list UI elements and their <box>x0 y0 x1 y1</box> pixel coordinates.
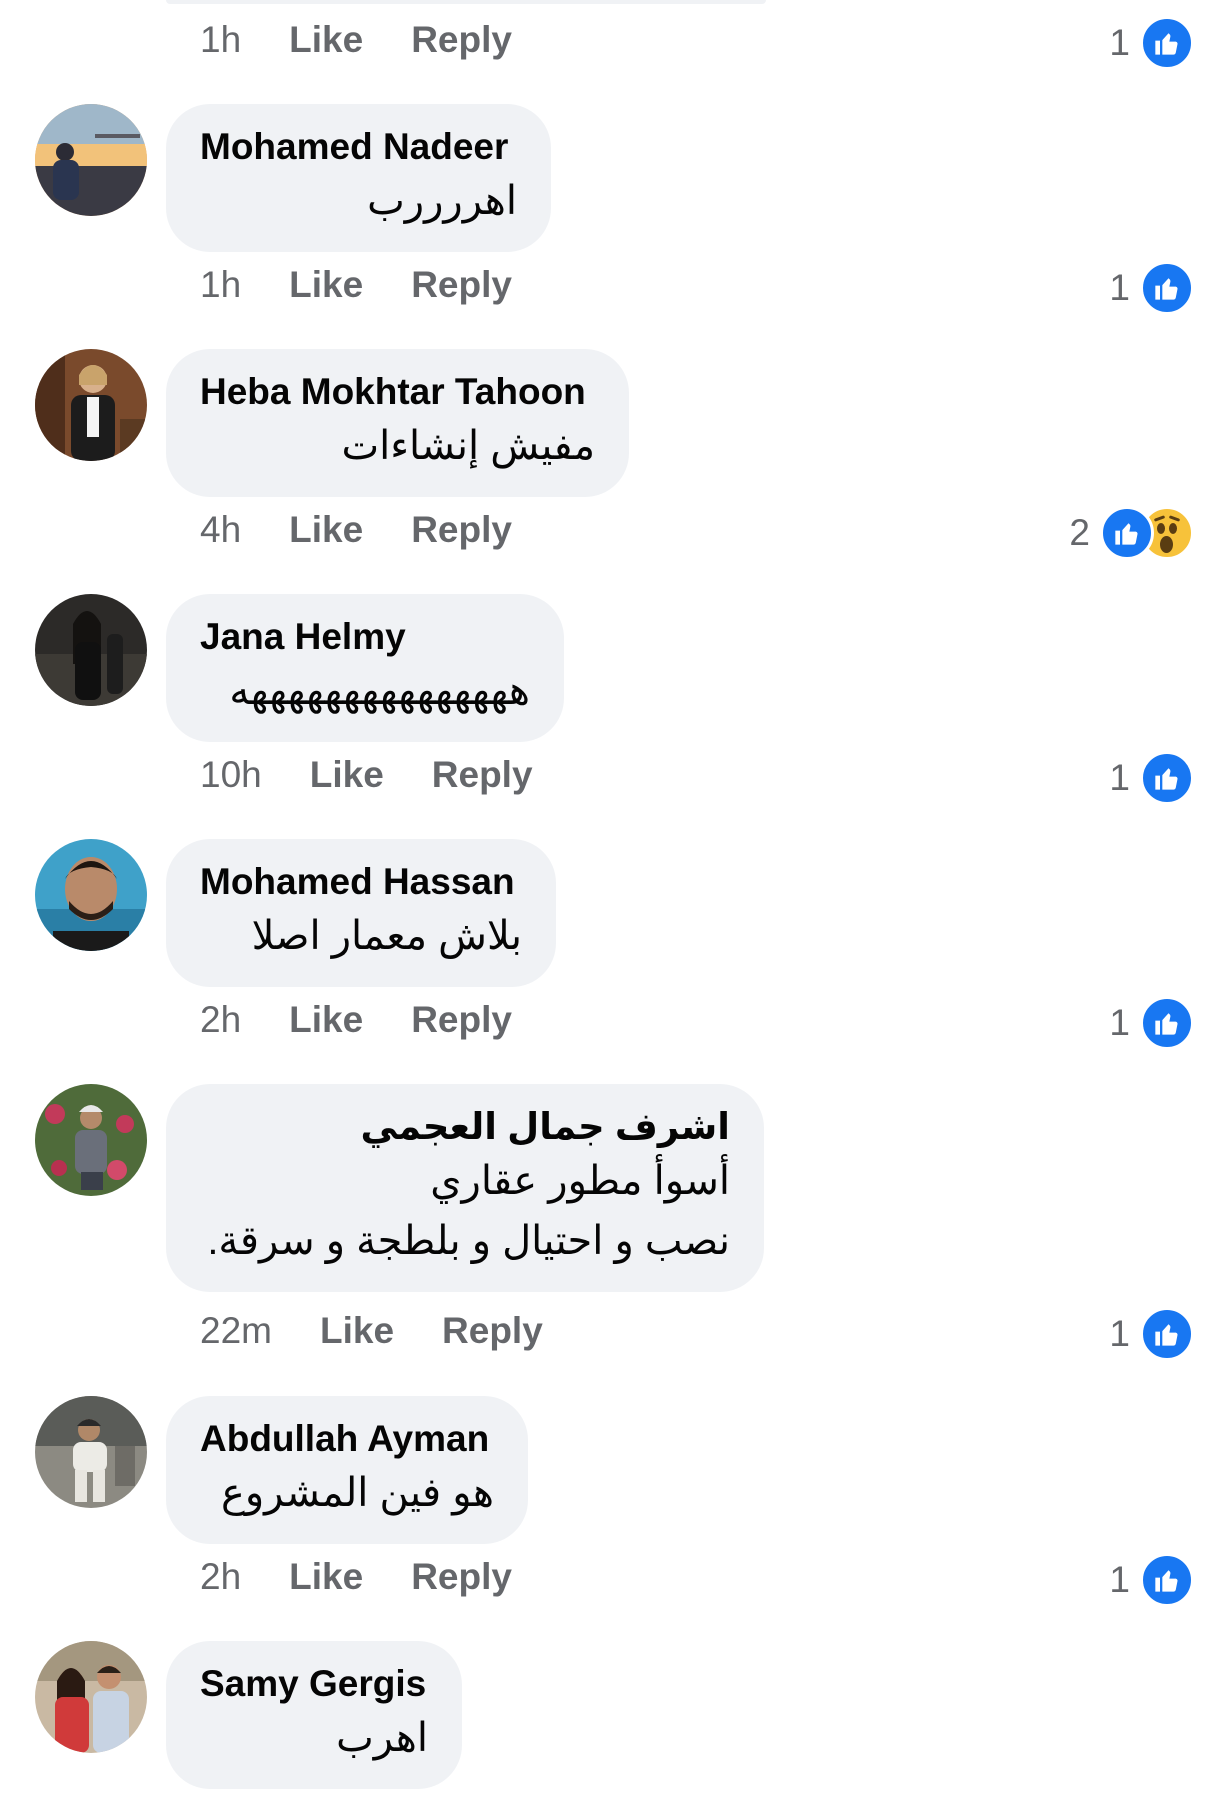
comment-text: هههههههههههههههه <box>229 669 530 713</box>
like-action[interactable]: Like <box>289 509 363 551</box>
reply-action[interactable]: Reply <box>411 264 512 306</box>
reply-action[interactable]: Reply <box>432 754 533 796</box>
comment-meta-row: 2h Like Reply 1 <box>0 1553 1227 1607</box>
reaction-summary[interactable]: 1 <box>1109 261 1194 315</box>
reaction-count: 1 <box>1109 1313 1130 1354</box>
reply-action[interactable]: Reply <box>442 1310 543 1352</box>
avatar[interactable] <box>35 839 147 951</box>
comment-text: اهرب <box>336 1716 428 1760</box>
comment-meta-row: 1h Like Reply 1 <box>0 261 1227 315</box>
comment-meta-row: 4h Like Reply 2 <box>0 506 1227 560</box>
comment-text: اهررررب <box>367 179 517 223</box>
reaction-summary[interactable]: 1 <box>1109 16 1194 70</box>
comment-bubble[interactable]: اشرف جمال العجمي أسوأ مطور عقاري نصب و ا… <box>166 1084 764 1292</box>
reaction-summary[interactable]: 1 <box>1109 1553 1194 1607</box>
thumbs-up-icon <box>1100 506 1154 560</box>
avatar[interactable] <box>35 594 147 706</box>
thumbs-up-icon <box>1140 1307 1194 1361</box>
avatar[interactable] <box>35 104 147 216</box>
reply-action[interactable]: Reply <box>411 1556 512 1598</box>
reaction-count: 2 <box>1069 512 1090 553</box>
comment-timestamp: 4h <box>200 509 242 550</box>
like-action[interactable]: Like <box>289 19 363 61</box>
comment-meta-row: 22m Like Reply 1 <box>0 1307 1227 1361</box>
reply-action[interactable]: Reply <box>411 509 512 551</box>
comment-meta-row: 10h Like Reply 1 <box>0 751 1227 805</box>
reaction-count: 1 <box>1109 757 1130 798</box>
like-action[interactable]: Like <box>310 754 384 796</box>
reaction-summary[interactable]: 1 <box>1109 751 1194 805</box>
comment-timestamp: 22m <box>200 1310 272 1351</box>
reply-action[interactable]: Reply <box>411 19 512 61</box>
comment-bubble[interactable]: Heba Mokhtar Tahoon مفيش إنشاءات <box>166 349 629 497</box>
comment-bubble[interactable]: Abdullah Ayman هو فين المشروع <box>166 1396 528 1544</box>
comment-meta-row: 1h Like Reply 1 <box>0 16 1227 70</box>
like-action[interactable]: Like <box>320 1310 394 1352</box>
commenter-name[interactable]: Heba Mokhtar Tahoon <box>200 368 595 416</box>
reaction-summary[interactable]: 1 <box>1109 996 1194 1050</box>
thumbs-up-icon <box>1140 16 1194 70</box>
commenter-name[interactable]: Samy Gergis <box>200 1660 428 1708</box>
thumbs-up-icon <box>1140 1553 1194 1607</box>
commenter-name[interactable]: Jana Helmy <box>200 613 530 661</box>
previous-comment-bubble-edge <box>166 0 766 4</box>
comment-timestamp: 10h <box>200 754 262 795</box>
comment-text: مفيش إنشاءات <box>341 424 595 468</box>
comment-bubble[interactable]: Jana Helmy هههههههههههههههه <box>166 594 564 742</box>
comment-timestamp: 1h <box>200 264 242 305</box>
reaction-count: 1 <box>1109 1559 1130 1600</box>
commenter-name[interactable]: Mohamed Hassan <box>200 858 522 906</box>
comment-text: أسوأ مطور عقاري <box>430 1159 730 1203</box>
reaction-count: 1 <box>1109 22 1130 63</box>
comment-timestamp: 1h <box>200 19 242 60</box>
comment-text: بلاش معمار اصلا <box>251 914 522 958</box>
like-action[interactable]: Like <box>289 999 363 1041</box>
commenter-name[interactable]: اشرف جمال العجمي <box>200 1103 730 1151</box>
commenter-name[interactable]: Abdullah Ayman <box>200 1415 494 1463</box>
reaction-summary[interactable]: 1 <box>1109 1307 1194 1361</box>
thumbs-up-icon <box>1140 751 1194 805</box>
comment-text: نصب و احتيال و بلطجة و سرقة. <box>207 1219 730 1263</box>
thumbs-up-icon <box>1140 261 1194 315</box>
comment-meta-row: 2h Like Reply 1 <box>0 996 1227 1050</box>
avatar[interactable] <box>35 1084 147 1196</box>
like-action[interactable]: Like <box>289 1556 363 1598</box>
like-action[interactable]: Like <box>289 264 363 306</box>
reaction-summary[interactable]: 2 <box>1069 506 1194 560</box>
comment-timestamp: 2h <box>200 1556 242 1597</box>
comment-bubble[interactable]: Samy Gergis اهرب <box>166 1641 462 1789</box>
reaction-count: 1 <box>1109 1002 1130 1043</box>
avatar[interactable] <box>35 1396 147 1508</box>
comment-bubble[interactable]: Mohamed Hassan بلاش معمار اصلا <box>166 839 556 987</box>
reaction-count: 1 <box>1109 267 1130 308</box>
avatar[interactable] <box>35 349 147 461</box>
avatar[interactable] <box>35 1641 147 1753</box>
commenter-name[interactable]: Mohamed Nadeer <box>200 123 517 171</box>
comment-timestamp: 2h <box>200 999 242 1040</box>
comment-text: هو فين المشروع <box>221 1471 494 1515</box>
comment-bubble[interactable]: Mohamed Nadeer اهررررب <box>166 104 551 252</box>
reply-action[interactable]: Reply <box>411 999 512 1041</box>
thumbs-up-icon <box>1140 996 1194 1050</box>
